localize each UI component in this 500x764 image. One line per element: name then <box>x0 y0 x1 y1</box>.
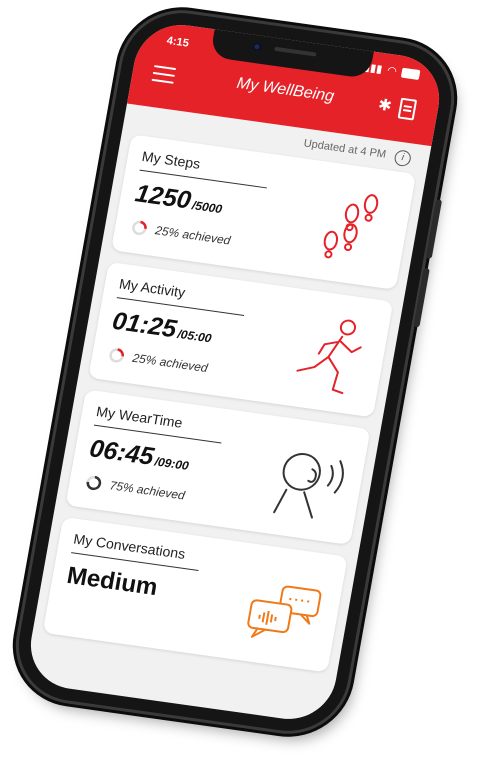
weartime-value: 06:45/09:00 <box>87 434 192 476</box>
footsteps-icon <box>323 194 379 259</box>
battery-icon <box>400 67 421 80</box>
head-hearing-icon <box>273 453 344 519</box>
runner-icon <box>296 319 362 395</box>
card-activity[interactable]: My Activity 01:25/05:00 25% achieved <box>88 261 394 418</box>
side-button <box>425 199 443 259</box>
status-icons: ▮▮▮ ◠ <box>363 60 421 81</box>
phone-screen: 4:15 ▮▮▮ ◠ My WellBeing ✱ Updated at 4 P… <box>23 19 447 725</box>
goal-text: /09:00 <box>153 454 190 473</box>
progress-ring <box>86 475 102 491</box>
phone-mockup: 4:15 ▮▮▮ ◠ My WellBeing ✱ Updated at 4 P… <box>0 0 500 764</box>
card-title: My Conversations <box>72 530 187 562</box>
card-weartime[interactable]: My WearTime 06:45/09:00 75% achieved <box>65 389 371 545</box>
progress-row: 25% achieved <box>107 346 209 376</box>
card-conversations[interactable]: My Conversations Medium <box>42 516 348 673</box>
conversation-level: Medium <box>64 561 160 602</box>
progress-text: 25% achieved <box>154 223 232 248</box>
speaker <box>274 46 317 57</box>
camera-icon <box>251 41 263 52</box>
value-text: 06:45 <box>87 434 156 471</box>
goal-text: /5000 <box>190 198 224 217</box>
value-text: 1250 <box>133 179 194 215</box>
progress-ring <box>132 220 147 236</box>
progress-row: 75% achieved <box>85 474 187 504</box>
progress-text: 25% achieved <box>131 350 209 376</box>
wifi-icon: ◠ <box>386 64 398 78</box>
progress-ring <box>109 348 124 363</box>
side-button <box>413 267 430 328</box>
value-text: 01:25 <box>110 306 179 344</box>
status-time: 4:15 <box>165 34 190 50</box>
progress-row: 25% achieved <box>130 219 232 249</box>
card-title: My Activity <box>117 275 187 301</box>
steps-value: 1250/5000 <box>133 179 225 220</box>
speech-bubbles-icon <box>247 585 322 638</box>
info-icon[interactable]: i <box>393 149 413 168</box>
activity-value: 01:25/05:00 <box>110 307 215 349</box>
goal-text: /05:00 <box>176 326 213 346</box>
card-title: My Steps <box>140 148 202 172</box>
phone-frame: 4:15 ▮▮▮ ◠ My WellBeing ✱ Updated at 4 P… <box>9 5 461 739</box>
progress-text: 75% achieved <box>108 478 186 503</box>
updated-text: Updated at 4 PM <box>302 137 387 161</box>
